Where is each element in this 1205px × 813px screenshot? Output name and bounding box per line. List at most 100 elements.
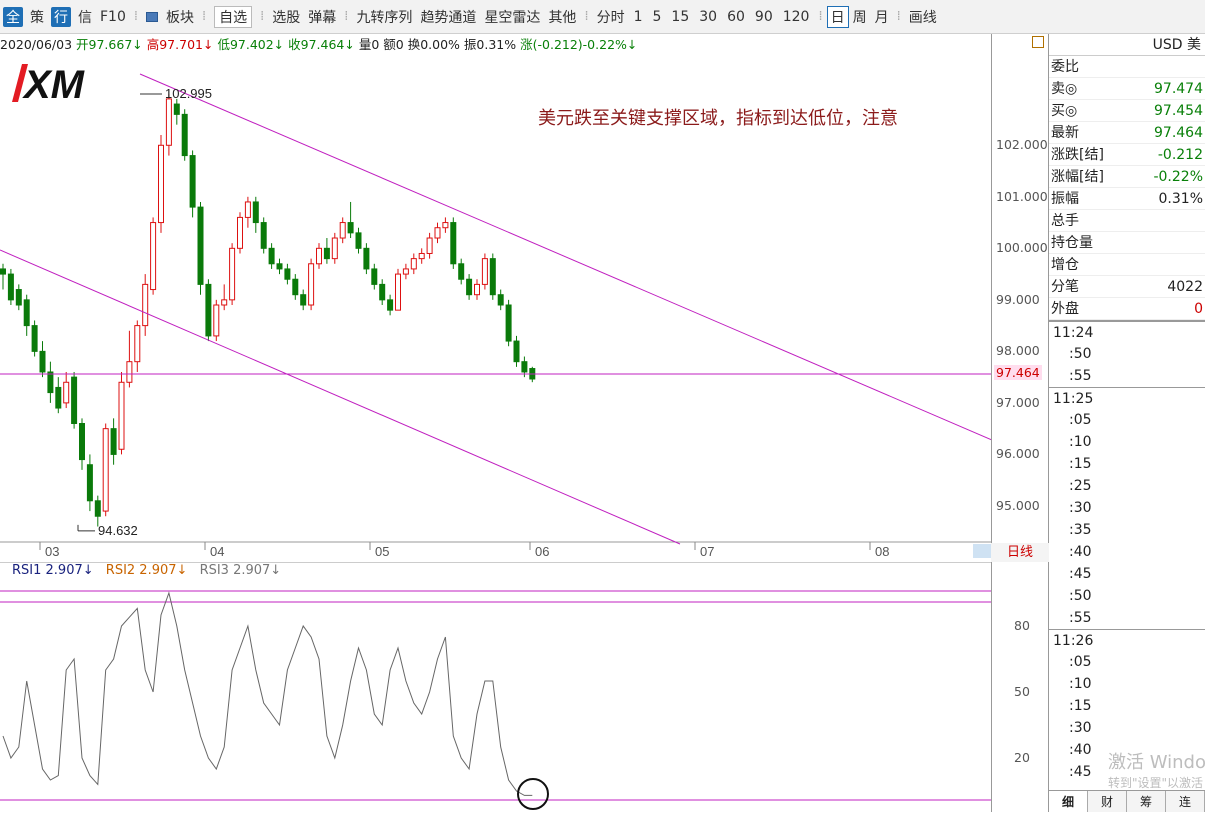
candle-body (221, 299, 228, 306)
rsi-line (2, 591, 533, 796)
tick-time: :55 (1069, 610, 1092, 626)
candle-body (300, 294, 307, 306)
tick-time: :40 (1069, 544, 1092, 560)
toolbar-separator: ⁞ (896, 9, 901, 24)
y-tick-label: 96.000 (996, 446, 1040, 462)
toolbar-item-7[interactable]: 自选 (214, 5, 253, 28)
quote-panel: USD 美 委比 卖◎ 97.474 买◎ 97.454 最新 97.464 涨跌[结] -0.… (1049, 34, 1205, 812)
last-price-label: 97.464 (994, 365, 1042, 380)
candle-body (197, 206, 204, 285)
x-tick-label: 08 (875, 544, 889, 559)
toolbar-separator: ⁞ (818, 9, 823, 24)
candle-body (237, 216, 243, 249)
annotation-text: 美元跌至关键支撑区域，指标到达低位，注意 (538, 108, 898, 129)
toolbar-item-25[interactable]: 画线 (905, 7, 941, 27)
toolbar: 全策行信 F10 ⁞ 板块 ⁞ 自选 ⁞ 选股 弹幕 ⁞ 九转序列 趋势通道 星空雷达 其他 ⁞ 分时 1 5 15… (0, 0, 1205, 34)
candle-body (86, 464, 93, 502)
candle-body (158, 144, 164, 224)
candle-body (31, 325, 38, 352)
toolbar-separator: ⁞ (584, 9, 589, 24)
toolbar-item-13[interactable]: 其他 (544, 7, 580, 27)
panel-tab-1[interactable]: 财 (1088, 791, 1127, 812)
rsi-chart[interactable] (0, 562, 992, 812)
candle-body (7, 273, 14, 301)
quote-row: 持仓量 (1049, 232, 1205, 254)
panel-tab-3[interactable]: 连 (1166, 791, 1205, 812)
candle-body (63, 381, 70, 404)
toolbar-item-4[interactable]: F10 (96, 9, 130, 25)
candle-body (118, 381, 125, 450)
candle-body (102, 428, 109, 512)
toolbar-item-6[interactable]: 板块 (162, 7, 198, 27)
candle-body (387, 299, 394, 311)
toolbar-item-14[interactable]: 分时 (593, 7, 629, 27)
tick-time: :15 (1069, 456, 1092, 472)
panel-toggle-icon[interactable] (1032, 36, 1044, 48)
toolbar-item-12[interactable]: 星空雷达 (480, 7, 544, 27)
quote-label: 分笔 (1051, 279, 1079, 295)
toolbar-item-0[interactable]: 全 (3, 6, 23, 27)
toolbar-separator: ⁞ (344, 9, 349, 24)
quote-value: 4022 (1167, 279, 1203, 295)
toolbar-item-16[interactable]: 5 (648, 9, 667, 25)
candle-body (55, 386, 62, 409)
toolbar-item-19[interactable]: 60 (722, 9, 750, 25)
toolbar-item-15[interactable]: 1 (629, 9, 648, 25)
tick-time: :45 (1069, 566, 1092, 582)
toolbar-item-18[interactable]: 30 (694, 9, 722, 25)
toolbar-item-20[interactable]: 90 (750, 9, 778, 25)
toolbar-item-23[interactable]: 周 (849, 7, 871, 27)
toolbar-item-10[interactable]: 九转序列 (352, 7, 416, 27)
period-label[interactable]: 日线 (991, 543, 1049, 562)
toolbar-item-3[interactable]: 信 (74, 7, 96, 27)
panel-tab-2[interactable]: 筹 (1127, 791, 1166, 812)
candle-body (213, 304, 220, 337)
toolbar-item-22[interactable]: 日 (826, 5, 849, 28)
candle-body (323, 247, 330, 260)
x-tick-label: 05 (375, 544, 389, 559)
candle-body (142, 283, 149, 327)
candle-body (513, 340, 520, 363)
channel-lower-line (0, 249, 681, 545)
scroll-button[interactable] (973, 544, 991, 558)
quote-value: 97.474 (1154, 81, 1203, 97)
tick-time: :35 (1069, 522, 1092, 538)
toolbar-item-24[interactable]: 月 (871, 7, 893, 27)
candle-body (497, 294, 504, 306)
price-axis: 102.000 101.000 100.000 99.000 98.000 97.000 9… (991, 34, 1049, 564)
candle-body (189, 155, 196, 208)
toolbar-item-9[interactable]: 弹幕 (304, 7, 340, 27)
quote-row: 买◎ 97.454 (1049, 100, 1205, 122)
toolbar-item-8[interactable]: 选股 (268, 7, 304, 27)
quote-row: 涨跌[结] -0.212 (1049, 144, 1205, 166)
candle-body (252, 201, 259, 224)
toolbar-separator: ⁞ (260, 9, 265, 24)
candle-body (331, 237, 338, 260)
rsi-tick-label: 80 (1014, 618, 1030, 633)
candle-body (268, 247, 275, 265)
quote-value: 97.464 (1154, 125, 1203, 141)
toolbar-item-17[interactable]: 15 (666, 9, 694, 25)
candle-body (379, 283, 386, 301)
toolbar-item-1[interactable]: 策 (26, 7, 48, 27)
toolbar-item-5-icon[interactable] (142, 9, 162, 25)
toolbar-separator: ⁞ (202, 9, 207, 24)
candle-body (521, 361, 528, 373)
candle-body (450, 222, 457, 265)
quote-value: -0.22% (1153, 169, 1203, 185)
candle-body (316, 247, 322, 265)
quote-row: 分笔 4022 (1049, 276, 1205, 298)
toolbar-item-11[interactable]: 趋势通道 (416, 7, 480, 27)
tick-time: :30 (1069, 720, 1092, 736)
toolbar-item-21[interactable]: 120 (778, 9, 815, 25)
toolbar-item-2[interactable]: 行 (51, 6, 71, 27)
candle-body (173, 103, 180, 115)
candle-body (489, 258, 496, 296)
quote-row: 增仓 (1049, 254, 1205, 276)
y-tick-label: 102.000 (996, 137, 1048, 153)
y-tick-label: 101.000 (996, 188, 1048, 204)
tick-time: :15 (1069, 698, 1092, 714)
windows-activation-hint: 转到"设置"以激活 (1108, 776, 1204, 790)
candle-body (418, 252, 425, 260)
panel-tab-0[interactable]: 细 (1049, 791, 1088, 812)
